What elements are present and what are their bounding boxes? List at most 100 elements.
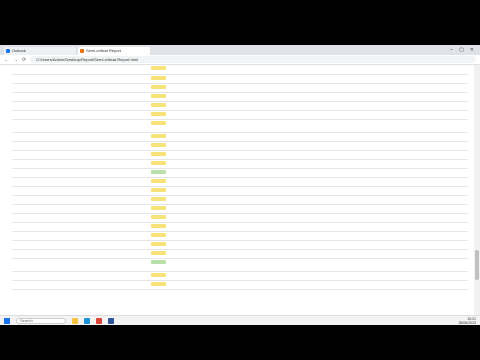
table-cell-c1 <box>12 204 40 214</box>
vertical-scrollbar[interactable] <box>474 65 480 315</box>
highlight-badge <box>151 160 166 165</box>
table-cell-c5 <box>202 83 468 93</box>
highlight-badge <box>151 250 166 255</box>
table-cell-c3 <box>150 195 167 205</box>
table-cell-c5 <box>202 65 468 75</box>
close-button[interactable]: ✕ <box>470 47 474 53</box>
tab-outlook[interactable]: Outlook <box>4 47 76 55</box>
table-cell-c1 <box>12 150 40 160</box>
windows-start-icon[interactable] <box>4 317 10 324</box>
report-content <box>0 65 474 315</box>
highlight-badge <box>151 151 166 156</box>
table-row <box>12 159 468 169</box>
table-cell-c4 <box>167 159 202 169</box>
table-cell-c5 <box>202 249 468 259</box>
table-cell-c3 <box>150 132 167 142</box>
highlight-badge <box>151 196 166 201</box>
highlight-badge <box>151 169 166 174</box>
table-cell-c4 <box>167 195 202 205</box>
chrome-icon[interactable] <box>96 317 102 324</box>
highlight-badge <box>151 232 166 237</box>
table-cell-c4 <box>167 204 202 214</box>
table-row <box>12 204 468 214</box>
table-cell-c1 <box>12 159 40 169</box>
highlight-badge <box>151 205 166 210</box>
table-cell-c1 <box>12 177 40 187</box>
table-cell-c2 <box>40 280 150 290</box>
word-icon[interactable] <box>108 317 114 324</box>
system-tray: 15:21 28/06/2023 <box>458 317 476 325</box>
table-cell-c5 <box>202 204 468 214</box>
table-cell-c5 <box>202 150 468 160</box>
table-cell-c2 <box>40 213 150 223</box>
table-cell-c4 <box>167 141 202 151</box>
highlight-badge <box>151 93 166 98</box>
table-cell-c1 <box>12 280 40 290</box>
back-icon[interactable]: ← <box>4 57 9 63</box>
table-row <box>12 150 468 160</box>
highlight-badge <box>151 281 166 286</box>
table-cell-c3 <box>150 240 167 250</box>
browser-window: Outlook Semi-critical Report – ▢ ✕ ← → ⟳… <box>0 45 480 315</box>
highlight-badge <box>151 75 166 80</box>
table-cell-c5 <box>202 195 468 205</box>
table-row <box>12 119 468 133</box>
table-row <box>12 280 468 290</box>
file-explorer-icon[interactable] <box>72 317 78 324</box>
table-row <box>12 92 468 102</box>
highlight-badge <box>151 142 166 147</box>
table-cell-c4 <box>167 177 202 187</box>
table-cell-c2 <box>40 168 150 178</box>
window-controls: – ▢ ✕ <box>450 45 480 55</box>
highlight-badge <box>151 272 166 277</box>
table-cell-c4 <box>167 186 202 196</box>
table-cell-c3 <box>150 204 167 214</box>
table-cell-c5 <box>202 280 468 290</box>
table-cell-c5 <box>202 132 468 142</box>
taskbar-search[interactable]: Search <box>16 317 66 324</box>
table-cell-c3 <box>150 74 167 84</box>
tab-label: Semi-critical Report <box>86 48 121 53</box>
url-field[interactable]: C:/Users/Admin/Desktop/Report/Semi-criti… <box>30 56 476 63</box>
table-cell-c2 <box>40 101 150 111</box>
table-cell-c1 <box>12 132 40 142</box>
table-cell-c5 <box>202 92 468 102</box>
table-row <box>12 231 468 241</box>
table-cell-c4 <box>167 65 202 75</box>
table-row <box>12 195 468 205</box>
table-cell-c4 <box>167 258 202 272</box>
table-cell-c4 <box>167 92 202 102</box>
forward-icon[interactable]: → <box>13 57 18 63</box>
table-row <box>12 168 468 178</box>
table-cell-c3 <box>150 150 167 160</box>
tab-bar: Outlook Semi-critical Report – ▢ ✕ <box>0 45 480 55</box>
table-cell-c5 <box>202 119 468 133</box>
table-cell-c2 <box>40 74 150 84</box>
table-cell-c4 <box>167 101 202 111</box>
table-cell-c5 <box>202 258 468 272</box>
maximize-button[interactable]: ▢ <box>459 47 464 53</box>
table-cell-c5 <box>202 222 468 232</box>
table-row <box>12 141 468 151</box>
minimize-button[interactable]: – <box>450 47 453 53</box>
table-cell-c5 <box>202 271 468 281</box>
table-cell-c5 <box>202 240 468 250</box>
table-cell-c1 <box>12 168 40 178</box>
highlight-badge <box>151 223 166 228</box>
table-cell-c4 <box>167 83 202 93</box>
table-cell-c4 <box>167 222 202 232</box>
table-cell-c3 <box>150 177 167 187</box>
tab-report[interactable]: Semi-critical Report <box>78 47 150 55</box>
table-row <box>12 213 468 223</box>
table-cell-c1 <box>12 240 40 250</box>
table-cell-c2 <box>40 222 150 232</box>
edge-icon[interactable] <box>84 317 90 324</box>
reload-icon[interactable]: ⟳ <box>22 57 26 63</box>
table-cell-c1 <box>12 186 40 196</box>
scrollbar-thumb[interactable] <box>475 250 479 280</box>
table-cell-c1 <box>12 271 40 281</box>
table-cell-c2 <box>40 141 150 151</box>
highlight-badge <box>151 241 166 246</box>
table-cell-c3 <box>150 249 167 259</box>
table-cell-c2 <box>40 271 150 281</box>
